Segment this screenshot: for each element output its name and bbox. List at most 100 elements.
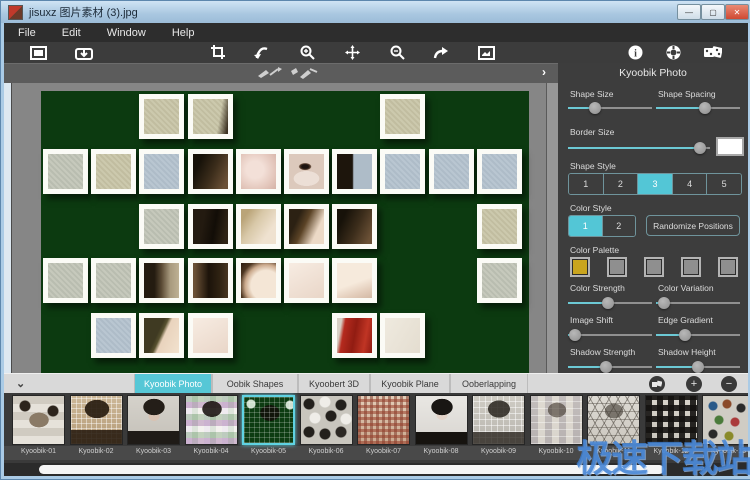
color-variation-slider[interactable] <box>656 296 740 310</box>
rotate-icon[interactable] <box>253 44 271 61</box>
preset-thumbnail-kyoobik-05[interactable] <box>242 395 295 445</box>
edge-gradient-slider[interactable] <box>656 328 740 342</box>
shape-spacing-slider[interactable] <box>656 101 740 115</box>
crop-icon[interactable] <box>209 44 227 61</box>
slider-knob[interactable] <box>692 361 704 373</box>
preset-thumbnail-kyoobik-09[interactable] <box>472 395 525 445</box>
palette-swatch-2[interactable] <box>607 257 627 277</box>
shape-style-group: 12345 <box>568 173 742 195</box>
color-style-1-button[interactable]: 1 <box>569 216 603 236</box>
shape-style-1-button[interactable]: 1 <box>569 174 604 194</box>
toolbar: i <box>4 42 748 63</box>
shape-style-2-button[interactable]: 2 <box>604 174 639 194</box>
shape-style-3-button[interactable]: 3 <box>638 174 673 194</box>
remove-icon[interactable]: − <box>721 376 737 392</box>
menu-bar: File Edit Window Help <box>4 23 748 42</box>
color-palette-label: Color Palette <box>570 245 619 255</box>
redo-icon[interactable] <box>432 44 450 61</box>
border-color-swatch[interactable] <box>716 137 744 156</box>
tab-kyoobik-photo[interactable]: Kyoobik Photo <box>134 374 212 394</box>
photo-tile <box>477 204 522 249</box>
randomize-dice-icon[interactable] <box>704 44 722 61</box>
border-size-slider[interactable] <box>568 141 710 155</box>
photo-tile <box>43 149 88 194</box>
image-shift-slider[interactable] <box>568 328 652 342</box>
export-image-icon[interactable] <box>477 44 495 61</box>
slider-knob[interactable] <box>600 361 612 373</box>
watermark: 极速下载站 <box>576 428 750 480</box>
preset-thumbnail-kyoobik-02[interactable] <box>70 395 123 445</box>
shape-style-4-button[interactable]: 4 <box>673 174 708 194</box>
shape-style-5-button[interactable]: 5 <box>707 174 741 194</box>
maximize-button[interactable]: ▢ <box>701 4 725 20</box>
photo-tile <box>236 204 281 249</box>
dice-icon[interactable] <box>649 376 665 392</box>
slider-knob[interactable] <box>658 297 670 309</box>
chevron-down-icon[interactable]: ⌄ <box>16 377 25 390</box>
slider-knob[interactable] <box>589 102 601 114</box>
tab-kyoobert-3d[interactable]: Kyoobert 3D <box>298 374 370 394</box>
slider-knob[interactable] <box>699 102 711 114</box>
panel-title: Kyoobik Photo <box>558 67 748 79</box>
svg-text:i: i <box>634 49 637 60</box>
tab-ooberlapping[interactable]: Ooberlapping <box>450 374 528 394</box>
image-canvas[interactable] <box>41 91 529 373</box>
close-button[interactable]: ✕ <box>725 4 749 20</box>
photo-tile <box>139 149 184 194</box>
preset-thumbnail-kyoobik-08[interactable] <box>415 395 468 445</box>
photo-tile <box>188 94 233 139</box>
collapse-panel-icon[interactable]: › <box>542 65 546 79</box>
preset-thumbnail-kyoobik-03[interactable] <box>127 395 180 445</box>
photo-tile <box>284 149 329 194</box>
import-icon[interactable] <box>75 44 93 61</box>
randomize-positions-button[interactable]: Randomize Positions <box>646 215 740 236</box>
palette-swatch-3[interactable] <box>644 257 664 277</box>
preset-thumbnail-kyoobik-10[interactable] <box>530 395 583 445</box>
slider-knob[interactable] <box>569 329 581 341</box>
title-bar[interactable]: jisuxz 图片素材 (3).jpg — ▢ ✕ <box>1 1 750 23</box>
photo-tile <box>284 204 329 249</box>
move-icon[interactable] <box>343 44 361 61</box>
minimize-button[interactable]: — <box>677 4 701 20</box>
palette-swatch-5[interactable] <box>718 257 738 277</box>
palette-swatch-4[interactable] <box>681 257 701 277</box>
photo-tile <box>139 204 184 249</box>
zoom-out-icon[interactable] <box>388 44 406 61</box>
color-strength-slider[interactable] <box>568 296 652 310</box>
palette-swatch-1[interactable] <box>570 257 590 277</box>
menu-item-file[interactable]: File <box>18 27 36 39</box>
preset-thumbnail-kyoobik-06[interactable] <box>300 395 353 445</box>
photo-tile <box>477 149 522 194</box>
effect-panel: Kyoobik Photo Shape Size Shape Spacing B… <box>558 63 748 373</box>
shadow-strength-slider[interactable] <box>568 360 652 374</box>
preset-thumbnail-kyoobik-01[interactable] <box>12 395 65 445</box>
shadow-height-slider[interactable] <box>656 360 740 374</box>
preset-thumbnail-kyoobik-07[interactable] <box>357 395 410 445</box>
photo-tile <box>332 149 377 194</box>
scrollbar-thumb[interactable] <box>39 465 664 474</box>
info-icon[interactable]: i <box>626 44 644 61</box>
shape-size-label: Shape Size <box>570 89 613 99</box>
settings-icon[interactable] <box>664 44 682 61</box>
tab-kyoobik-plane[interactable]: Kyoobik Plane <box>370 374 450 394</box>
color-style-2-button[interactable]: 2 <box>603 216 636 236</box>
menu-item-help[interactable]: Help <box>172 27 195 39</box>
preset-thumbnail-label: Kyoobik-06 <box>298 448 355 455</box>
tab-oobik-shapes[interactable]: Oobik Shapes <box>212 374 298 394</box>
menu-item-window[interactable]: Window <box>107 27 146 39</box>
edge-gradient-label: Edge Gradient <box>658 315 713 325</box>
zoom-in-icon[interactable] <box>298 44 316 61</box>
slider-knob[interactable] <box>679 329 691 341</box>
shape-size-slider[interactable] <box>568 101 652 115</box>
color-style-group: 12 <box>568 215 636 237</box>
menu-item-edit[interactable]: Edit <box>62 27 81 39</box>
color-variation-label: Color Variation <box>658 283 714 293</box>
open-image-icon[interactable] <box>29 44 47 61</box>
preset-thumbnail-label: Kyoobik-09 <box>470 448 527 455</box>
add-icon[interactable]: + <box>686 376 702 392</box>
sub-toolbar: › <box>4 63 558 84</box>
window-title: jisuxz 图片素材 (3).jpg <box>29 4 138 20</box>
slider-knob[interactable] <box>694 142 706 154</box>
slider-knob[interactable] <box>602 297 614 309</box>
preset-thumbnail-kyoobik-04[interactable] <box>185 395 238 445</box>
